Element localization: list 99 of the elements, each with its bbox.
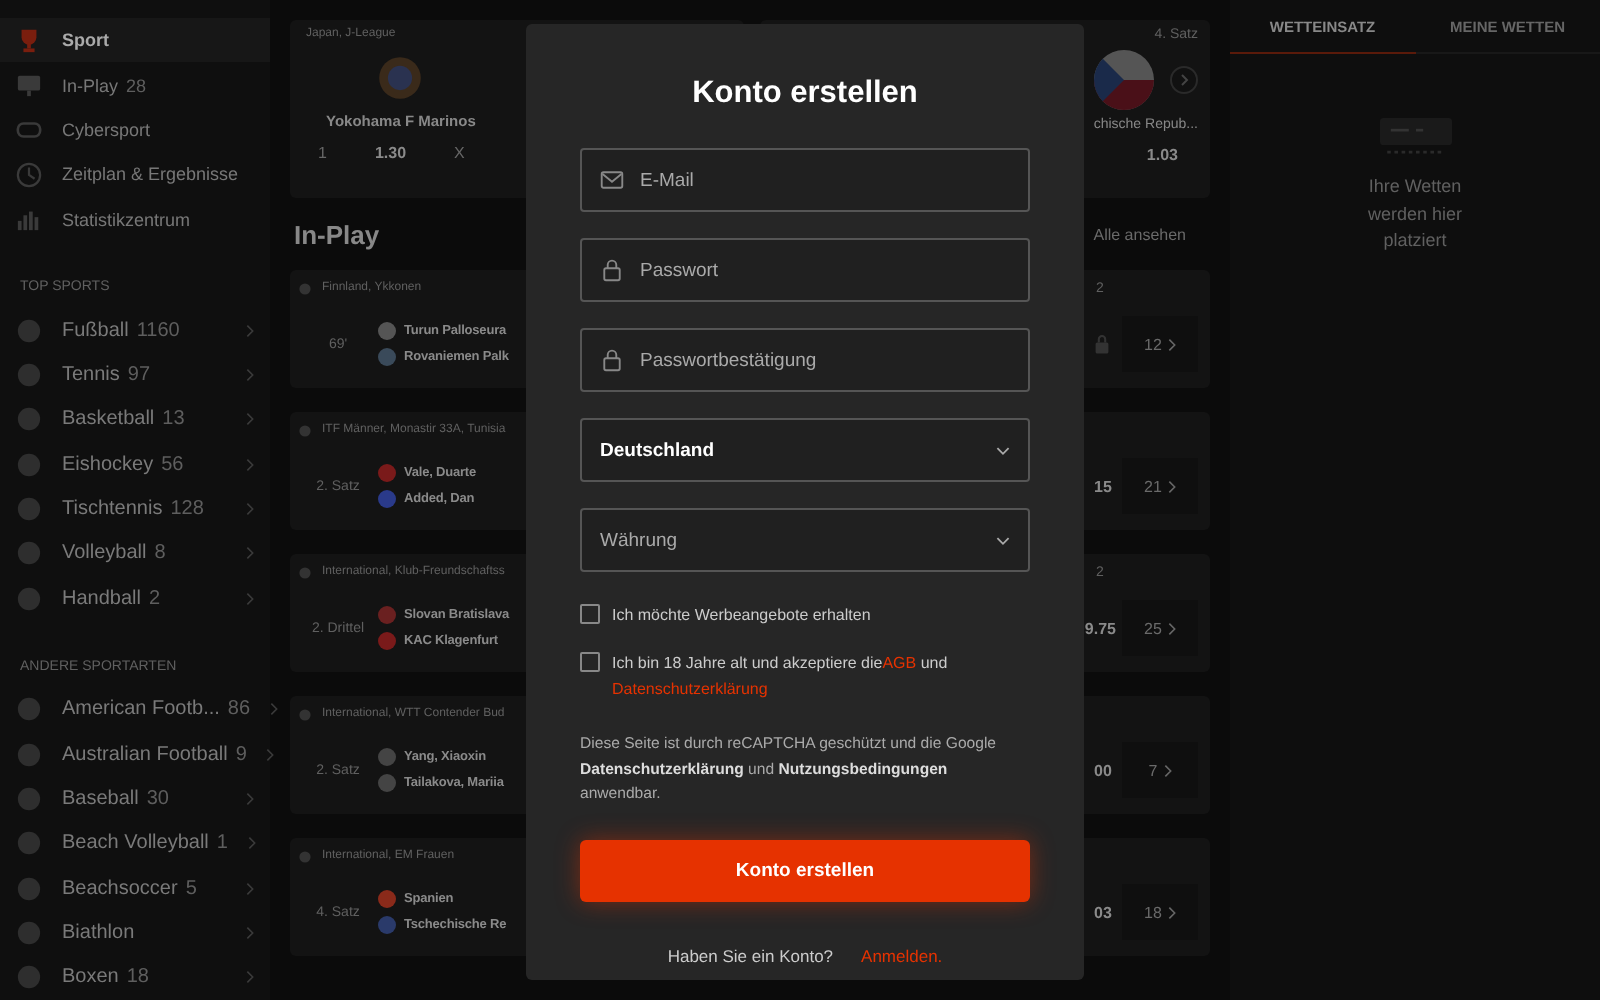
bar-chart-icon: [16, 206, 42, 233]
odd-value[interactable]: 1.03: [1146, 146, 1178, 164]
odd-value[interactable]: 00: [1094, 761, 1112, 779]
sidebar-item[interactable]: American Footb... 86: [0, 687, 270, 732]
empty-message: Ihre Wetten werden hier platziert: [1365, 174, 1465, 254]
sidebar-item[interactable]: Statistikzentrum: [0, 197, 270, 242]
ball-icon: [16, 585, 42, 612]
chevron-right-icon: [246, 457, 254, 472]
crest-icon: [374, 52, 426, 104]
ball-icon: [16, 451, 42, 478]
ball-icon: [16, 964, 42, 991]
odd-value[interactable]: 9.75: [1084, 619, 1116, 637]
league-icon: [298, 849, 312, 863]
ball-icon: [16, 696, 42, 723]
odd-value[interactable]: 03: [1094, 903, 1112, 921]
odd-label: X: [454, 144, 465, 162]
checkbox-label: Ich bin 18 Jahre alt und akzeptiere dieAGB und Datenschutzerklärung: [612, 652, 948, 702]
chevron-right-icon: [246, 412, 254, 427]
select-field[interactable]: Deutschland: [580, 418, 1030, 482]
chevron-right-icon: [1167, 479, 1176, 493]
chevron-right-icon: [246, 881, 254, 896]
sidebar-item[interactable]: Tennis 97: [0, 352, 270, 398]
chevron-right-icon: [246, 367, 254, 382]
more-markets-button[interactable]: 21: [1122, 458, 1198, 514]
sidebar-item[interactable]: Boxen 18: [0, 955, 270, 1000]
chevron-down-icon: [996, 535, 1010, 545]
league-icon: [298, 707, 312, 721]
input-field[interactable]: E-Mail: [580, 148, 1030, 212]
checkbox[interactable]: [580, 652, 600, 672]
chevron-right-icon: [1163, 763, 1172, 777]
sidebar-item[interactable]: Australian Football 9: [0, 731, 270, 777]
chevron-right-icon: [266, 747, 275, 762]
terms-link[interactable]: AGB: [882, 654, 917, 672]
login-prompt: Haben Sie ein Konto?: [667, 945, 834, 965]
ball-icon: [16, 830, 42, 857]
checkbox[interactable]: [580, 604, 600, 624]
sidebar-item[interactable]: Eishockey 56: [0, 442, 270, 487]
chevron-right-icon: [246, 791, 254, 806]
chevron-down-icon: [996, 445, 1010, 455]
checkbox-label: Ich möchte Werbeangebote erhalten: [612, 604, 871, 628]
odd-value[interactable]: 15: [1094, 477, 1112, 495]
select-field[interactable]: Währung: [580, 508, 1030, 572]
input-field[interactable]: Passwortbestätigung: [580, 328, 1030, 392]
odd-value[interactable]: 1.30: [374, 144, 407, 162]
lock-icon: [600, 258, 624, 282]
sidebar-item[interactable]: Volleyball 8: [0, 531, 270, 577]
section-title: In-Play: [294, 219, 380, 249]
chevron-right-icon: [246, 970, 254, 985]
ball-icon: [16, 785, 42, 812]
chevron-right-icon: [247, 836, 256, 851]
ball-icon: [16, 361, 42, 388]
sidebar-item[interactable]: Beach Volleyball 1: [0, 821, 270, 866]
envelope-icon: [600, 168, 624, 192]
chevron-right-icon: [1167, 337, 1176, 351]
chevron-right-icon: [1167, 621, 1176, 635]
ball-icon: [16, 496, 42, 523]
sidebar-item[interactable]: Cybersport: [0, 107, 270, 153]
privacy-link[interactable]: Datenschutzerklärung: [612, 680, 768, 698]
sidebar-item[interactable]: Sport: [0, 18, 270, 63]
chevron-right-icon: [270, 702, 279, 717]
sidebar-item[interactable]: Handball 2: [0, 576, 270, 621]
league-icon: [298, 423, 312, 437]
ball-icon: [16, 317, 42, 344]
sidebar-item[interactable]: Beachsoccer 5: [0, 866, 270, 911]
more-markets-button[interactable]: 12: [1122, 316, 1198, 372]
odd-label: 1: [318, 144, 327, 162]
sidebar-item[interactable]: Fußball 1160: [0, 307, 270, 353]
chevron-right-icon: [1167, 905, 1176, 919]
clock-icon: [16, 161, 42, 188]
more-markets-button[interactable]: 7: [1122, 742, 1198, 798]
lock-icon: [1094, 334, 1110, 354]
league-icon: [298, 565, 312, 579]
view-all-link[interactable]: Alle ansehen: [1093, 225, 1186, 243]
monitor-icon: [16, 72, 42, 99]
chevron-right-icon: [246, 546, 254, 561]
sidebar-item[interactable]: Zeitplan & Ergebnisse: [0, 152, 270, 197]
sidebar-item[interactable]: In-Play 28: [0, 62, 270, 108]
ball-icon: [16, 540, 42, 567]
ball-icon: [16, 875, 42, 902]
ball-icon: [16, 406, 42, 433]
sidebar-item[interactable]: Baseball 30: [0, 776, 270, 822]
chevron-right-icon: [246, 591, 254, 606]
more-markets-button[interactable]: 25: [1122, 600, 1198, 656]
league-icon: [298, 281, 312, 295]
lock-icon: [600, 348, 624, 372]
chevron-right-icon: [246, 926, 254, 941]
chevron-right-icon: [246, 502, 254, 517]
flag-icon: [1094, 50, 1154, 110]
trophy-icon: [16, 27, 42, 54]
sidebar-item[interactable]: Tischtennis 128: [0, 486, 270, 532]
login-link[interactable]: Anmelden.: [861, 945, 943, 965]
sidebar-item[interactable]: Basketball 13: [0, 397, 270, 442]
create-account-button[interactable]: Konto erstellen: [580, 839, 1030, 901]
input-field[interactable]: Passwort: [580, 238, 1030, 302]
more-markets-button[interactable]: 18: [1122, 884, 1198, 940]
chevron-right-icon: [246, 323, 254, 338]
sidebar-item[interactable]: Biathlon: [0, 910, 270, 956]
ball-icon: [16, 741, 42, 768]
ball-icon: [16, 920, 42, 947]
